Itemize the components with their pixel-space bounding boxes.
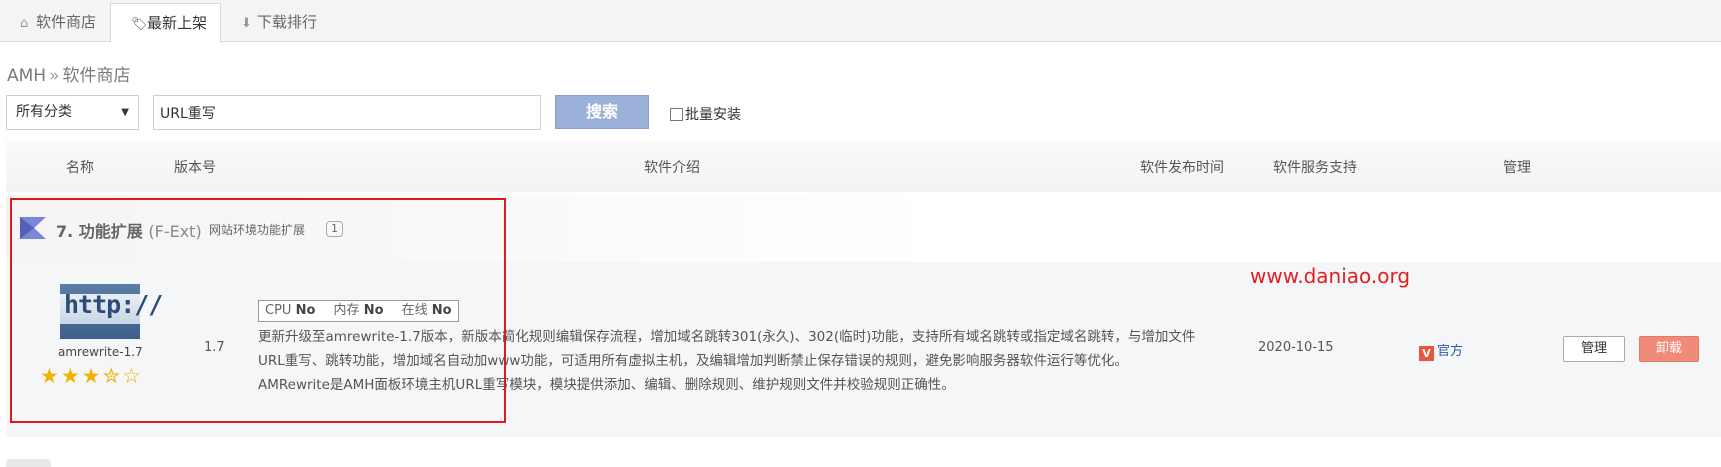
tab-download-rank[interactable]: ⬇ 下载排行	[221, 3, 331, 42]
caret-down-icon: ▼	[121, 107, 129, 118]
breadcrumb-separator: »	[49, 66, 60, 86]
header-support: 软件服务支持	[1273, 160, 1357, 176]
tab-latest[interactable]: 🏷最新上架	[110, 3, 221, 43]
header-name: 名称	[66, 160, 94, 176]
header-manage: 管理	[1503, 160, 1531, 176]
breadcrumb-root[interactable]: AMH	[7, 66, 46, 86]
table-header: 名称 版本号 软件介绍 软件发布时间 软件服务支持 管理	[6, 140, 1721, 192]
checkbox-icon[interactable]	[670, 108, 683, 121]
verified-v-icon: V	[1419, 346, 1434, 361]
tab-bar: ⌂ 软件商店 🏷最新上架 ⬇ 下载排行	[0, 0, 1721, 43]
uninstall-button[interactable]: 卸载	[1639, 336, 1699, 362]
breadcrumb-current: 软件商店	[62, 66, 131, 86]
header-intro: 软件介绍	[644, 160, 700, 176]
category-select[interactable]: 所有分类 ▼	[6, 95, 139, 130]
manage-button[interactable]: 管理	[1563, 336, 1625, 362]
breadcrumb: AMH» 软件商店	[7, 61, 131, 86]
header-release: 软件发布时间	[1140, 160, 1224, 176]
header-version: 版本号	[174, 160, 216, 176]
search-input[interactable]	[153, 95, 541, 130]
highlight-box	[10, 198, 506, 423]
watermark-text: www.daniao.org	[1250, 264, 1411, 288]
tab-software-store[interactable]: ⌂ 软件商店	[0, 3, 110, 42]
home-icon: ⌂	[20, 16, 29, 31]
pagination-stub	[6, 459, 51, 467]
release-date: 2020-10-15	[1258, 340, 1334, 355]
search-button[interactable]: 搜索	[555, 95, 649, 129]
batch-install-checkbox[interactable]: 批量安装	[670, 104, 741, 124]
support-link[interactable]: V 官方	[1419, 340, 1463, 361]
download-arrow-icon: ⬇	[241, 16, 252, 31]
tag-icon: 🏷	[131, 17, 148, 32]
